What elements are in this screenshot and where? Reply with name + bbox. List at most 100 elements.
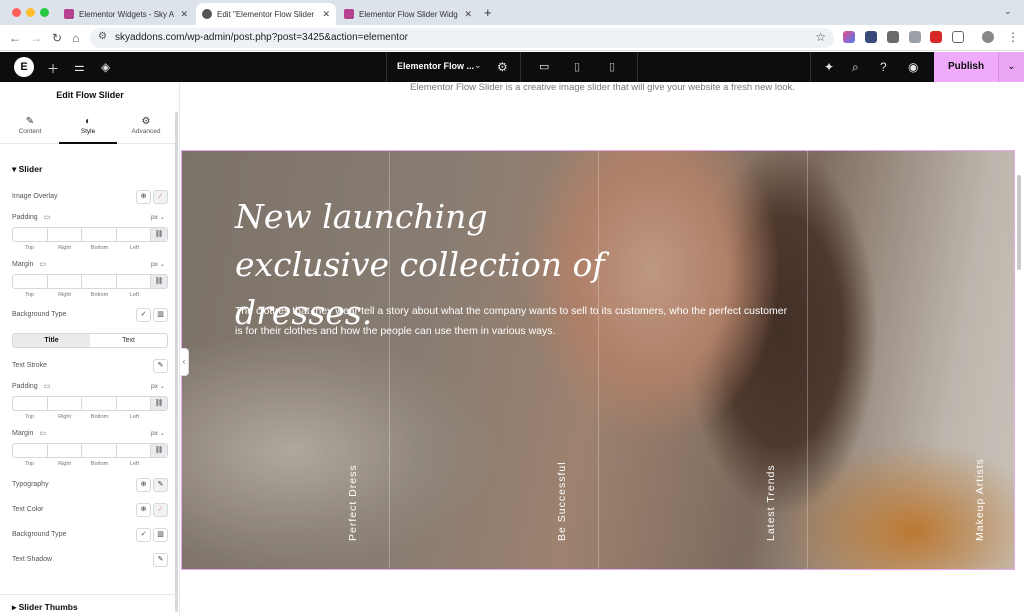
margin-left-input[interactable] xyxy=(117,444,151,457)
extension-shield-icon[interactable] xyxy=(865,31,877,43)
publish-options-chevron-icon[interactable]: ⌄ xyxy=(998,52,1024,82)
close-icon[interactable]: ✕ xyxy=(464,9,472,20)
padding-bottom-input[interactable] xyxy=(82,397,117,410)
slide-description[interactable]: The clothes that they wear tell a story … xyxy=(235,301,795,341)
structure-layers-icon[interactable]: ◈ xyxy=(101,60,110,74)
mobile-view-icon[interactable]: ▯ xyxy=(609,60,615,73)
link-values-icon[interactable]: ⛓ xyxy=(151,444,167,457)
tab-advanced[interactable]: ⚙ Advanced xyxy=(117,112,175,144)
globe-icon[interactable]: ⊕ xyxy=(136,503,151,517)
margin-left-input[interactable] xyxy=(117,275,151,288)
globe-icon[interactable]: ⊕ xyxy=(136,190,151,204)
panel-scrollbar[interactable] xyxy=(175,112,178,612)
browser-tab-2[interactable]: Edit "Elementor Flow Slider W ✕ xyxy=(196,3,336,25)
padding-top-input[interactable] xyxy=(13,228,48,241)
margin-bottom-input[interactable] xyxy=(82,444,117,457)
canvas-scrollbar[interactable] xyxy=(1017,175,1021,270)
margin-top-input[interactable] xyxy=(13,444,48,457)
tab-search-chevron-icon[interactable]: ⌄ xyxy=(1004,6,1012,17)
edit-disabled-icon[interactable]: ∕ xyxy=(153,190,168,204)
globe-icon[interactable]: ⊕ xyxy=(136,478,151,492)
padding-left-input[interactable] xyxy=(117,228,151,241)
browser-menu-icon[interactable]: ⋮ xyxy=(1007,30,1019,44)
minimize-window-button[interactable] xyxy=(26,8,35,17)
gradient-icon[interactable]: ▥ xyxy=(153,308,168,322)
url-text[interactable]: skyaddons.com/wp-admin/post.php?post=342… xyxy=(115,32,408,43)
flow-slider-widget[interactable]: New launching exclusive collection of dr… xyxy=(181,150,1015,570)
gradient-icon[interactable]: ▥ xyxy=(153,528,168,542)
extension-screenshot-icon[interactable] xyxy=(909,31,921,43)
margin-right-input[interactable] xyxy=(48,275,82,288)
tab-style[interactable]: ◐ Style xyxy=(59,112,117,144)
brush-classic-icon[interactable]: ✓ xyxy=(136,528,151,542)
bookmark-star-icon[interactable]: ☆ xyxy=(815,30,826,44)
switch-title-button[interactable]: Title xyxy=(13,334,90,347)
maximize-window-button[interactable] xyxy=(40,8,49,17)
preview-eye-icon[interactable]: ◉ xyxy=(908,60,918,74)
section-slider-thumbs-header[interactable]: ▸ Slider Thumbs xyxy=(12,602,78,613)
margin-bottom-input[interactable] xyxy=(82,275,117,288)
link-values-icon[interactable]: ⛓ xyxy=(151,228,167,241)
address-bar[interactable]: ⚙ skyaddons.com/wp-admin/post.php?post=3… xyxy=(90,28,834,48)
thumb-label[interactable]: Makeup Artists xyxy=(974,458,986,541)
document-title[interactable]: Elementor Flow ... xyxy=(397,61,474,71)
collapse-panel-chevron-icon[interactable]: ‹ xyxy=(180,348,189,376)
link-values-icon[interactable]: ⛓ xyxy=(151,275,167,288)
desktop-icon[interactable]: ▭ xyxy=(39,261,46,268)
margin-top-input[interactable] xyxy=(13,275,48,288)
thumb-label[interactable]: Perfect Dress xyxy=(347,464,359,541)
padding-right-input[interactable] xyxy=(48,397,82,410)
close-icon[interactable]: ✕ xyxy=(180,9,188,20)
reload-icon[interactable]: ↻ xyxy=(52,31,62,45)
forward-arrow-icon[interactable]: → xyxy=(30,31,42,45)
publish-button[interactable]: Publish xyxy=(934,52,998,82)
edit-pencil-icon[interactable]: ✎ xyxy=(153,359,168,373)
site-settings-icon[interactable]: ⚌ xyxy=(74,60,85,74)
extension-red-icon[interactable] xyxy=(930,31,942,43)
chevron-down-icon[interactable]: ⌄ xyxy=(474,60,482,71)
tablet-view-icon[interactable]: ▯ xyxy=(574,60,580,73)
new-tab-button[interactable]: + xyxy=(484,5,492,20)
desktop-icon[interactable]: ▭ xyxy=(44,214,51,221)
edit-pencil-icon[interactable]: ✎ xyxy=(153,553,168,567)
close-icon[interactable]: ✕ xyxy=(322,9,330,20)
add-element-icon[interactable]: ＋ xyxy=(47,60,59,77)
close-window-button[interactable] xyxy=(12,8,21,17)
color-clear-icon[interactable]: ∕ xyxy=(153,503,168,517)
browser-tab-1[interactable]: Elementor Widgets - Sky Addo ✕ xyxy=(58,3,194,25)
padding-left-input[interactable] xyxy=(117,397,151,410)
unit-select[interactable]: px ⌄ xyxy=(151,213,165,221)
padding-bottom-input[interactable] xyxy=(82,228,117,241)
thumb-label[interactable]: Be Successful xyxy=(556,461,568,541)
padding-top-input[interactable] xyxy=(13,397,48,410)
padding-right-input[interactable] xyxy=(48,228,82,241)
extensions-puzzle-icon[interactable] xyxy=(952,31,964,43)
help-icon[interactable]: ? xyxy=(880,60,887,74)
unit-select[interactable]: px ⌄ xyxy=(151,429,165,437)
margin-right-input[interactable] xyxy=(48,444,82,457)
profile-avatar[interactable] xyxy=(982,31,994,43)
unit-select[interactable]: px ⌄ xyxy=(151,260,165,268)
desktop-icon[interactable]: ▭ xyxy=(44,383,51,390)
desktop-view-icon[interactable]: ▭ xyxy=(539,60,549,73)
home-icon[interactable]: ⌂ xyxy=(72,31,79,45)
site-info-icon[interactable]: ⚙ xyxy=(98,31,107,42)
brush-classic-icon[interactable]: ✓ xyxy=(136,308,151,322)
thumb-label[interactable]: Latest Trends xyxy=(765,464,777,541)
back-arrow-icon[interactable]: ← xyxy=(9,31,21,45)
intro-text[interactable]: Elementor Flow Slider is a creative imag… xyxy=(181,82,1024,93)
edit-pencil-icon[interactable]: ✎ xyxy=(153,478,168,492)
switch-text-button[interactable]: Text xyxy=(90,334,167,347)
section-slider-header[interactable]: ▾ Slider xyxy=(12,164,42,175)
unit-select[interactable]: px ⌄ xyxy=(151,382,165,390)
extension-eye-icon[interactable] xyxy=(887,31,899,43)
browser-tab-3[interactable]: Elementor Flow Slider Widget ✕ xyxy=(338,3,478,25)
extension-colorful-icon[interactable] xyxy=(843,31,855,43)
search-icon[interactable]: ⌕ xyxy=(852,60,859,75)
page-settings-gear-icon[interactable]: ⚙ xyxy=(497,60,508,74)
elementor-logo-icon[interactable]: E xyxy=(14,57,34,77)
link-values-icon[interactable]: ⛓ xyxy=(151,397,167,410)
tab-content[interactable]: ✎ Content xyxy=(1,112,59,144)
desktop-icon[interactable]: ▭ xyxy=(39,430,46,437)
whats-new-rocket-icon[interactable]: ✦ xyxy=(824,60,834,74)
